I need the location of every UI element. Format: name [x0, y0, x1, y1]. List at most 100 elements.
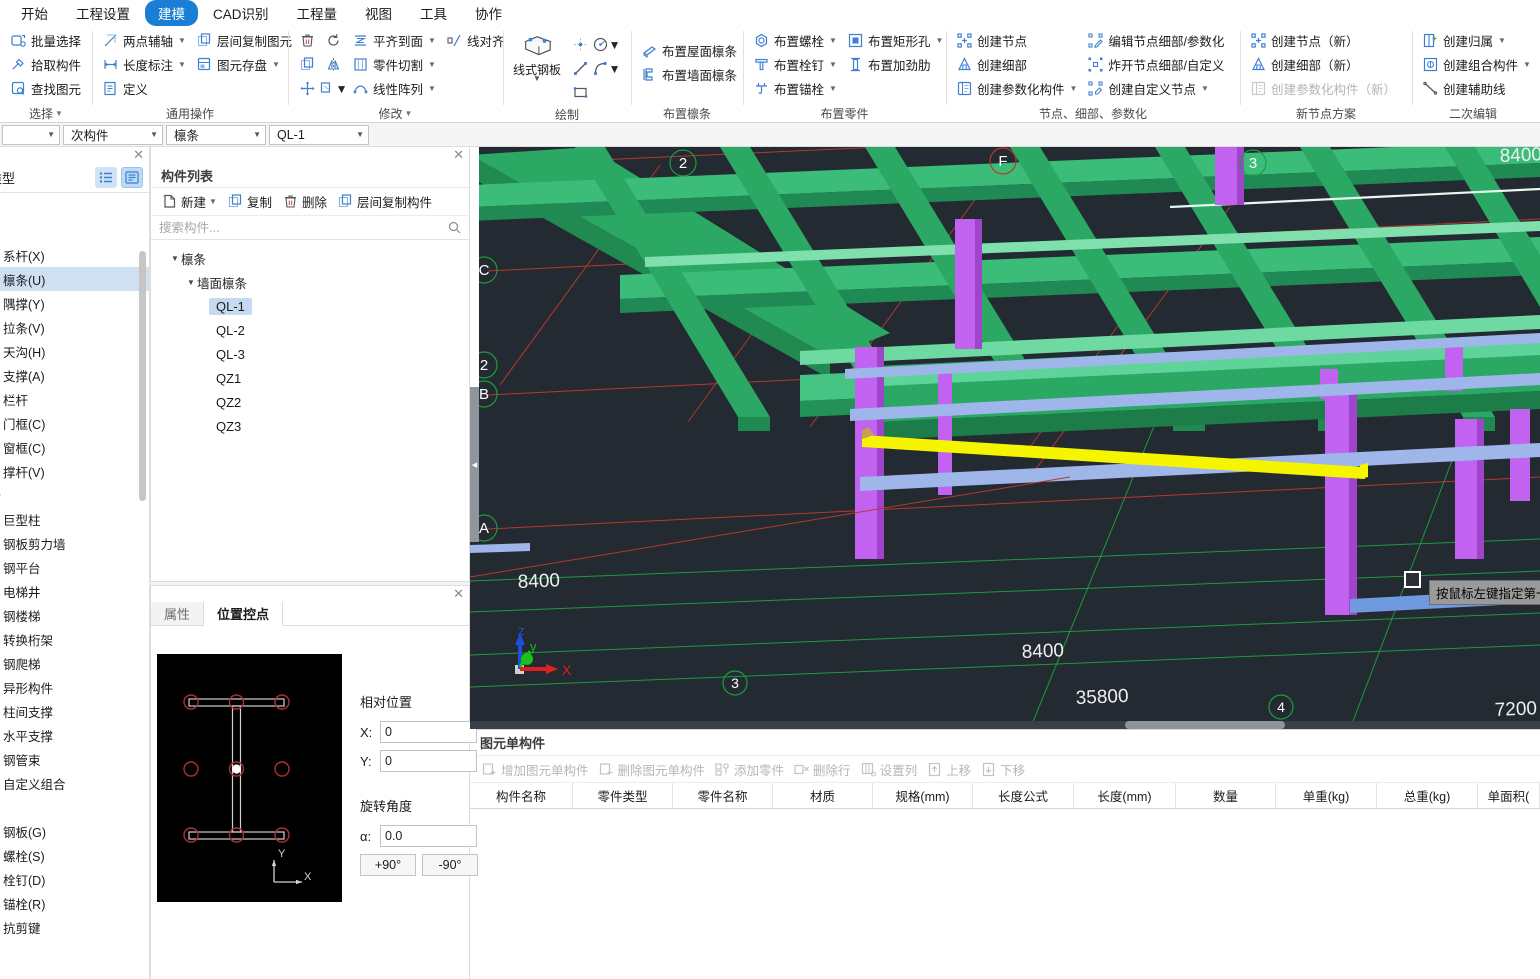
create-aux-line-button[interactable]: 创建辅助线	[1418, 77, 1535, 100]
line-button[interactable]	[567, 57, 593, 80]
profile-preview[interactable]: X Y	[157, 654, 342, 902]
sidebar-item-door-frame[interactable]: 门框(C)	[0, 411, 149, 435]
rectangle-button[interactable]	[567, 81, 593, 104]
copy-button[interactable]	[294, 53, 320, 76]
chevron-down-icon[interactable]: ▼	[272, 60, 280, 69]
menu-item-cad-recognition[interactable]: CAD识别	[200, 0, 282, 26]
column-header-component-name[interactable]: 构件名称	[470, 783, 573, 808]
chevron-down-icon[interactable]: ▼	[1498, 36, 1506, 45]
y-input[interactable]	[380, 750, 477, 772]
sidebar-item-knee-brace[interactable]: 隅撑(Y)	[0, 291, 149, 315]
column-header-spec[interactable]: 规格(mm)	[873, 783, 973, 808]
chevron-down-icon[interactable]: ▼	[209, 197, 217, 206]
tree-node-wall-purlin[interactable]: ▼ 墙面檩条	[151, 270, 469, 294]
sidebar-item-steel-tube-bundle[interactable]: 钢管束	[0, 747, 149, 771]
sidebar-item-window-frame[interactable]: 窗框(C)	[0, 435, 149, 459]
pick-component-button[interactable]: 拾取构件	[6, 53, 85, 76]
chevron-down-icon[interactable]: ▼	[533, 75, 541, 83]
mirror-button[interactable]	[320, 53, 346, 76]
column-header-length-formula[interactable]: 长度公式	[973, 783, 1074, 808]
create-parametric-button[interactable]: 创建参数化构件 ▼	[952, 77, 1081, 100]
chevron-down-icon[interactable]: ▼	[428, 60, 436, 69]
menu-item-tools[interactable]: 工具	[407, 0, 460, 26]
list-item[interactable]: QZ2	[151, 390, 469, 414]
sidebar-item-steel-stair[interactable]: 钢楼梯	[0, 603, 149, 627]
chevron-down-icon[interactable]: ▼	[336, 82, 348, 96]
delete-component-button[interactable]: 删除	[278, 190, 331, 213]
batch-select-button[interactable]: 批量选择	[6, 29, 85, 52]
tree-node-purlin[interactable]: ▼ 檩条	[151, 246, 469, 270]
list-view-button[interactable]	[95, 167, 117, 188]
place-anchor-bolt-button[interactable]: 布置锚栓 ▼	[749, 77, 841, 100]
copy-element-between-floors-button[interactable]: 层间复制图元	[192, 29, 296, 52]
chevron-down-icon[interactable]: ▼	[1070, 84, 1078, 93]
chevron-down-icon[interactable]: ▼	[47, 130, 55, 139]
sidebar-item-anchor-bolt[interactable]: 锚栓(R)	[0, 891, 149, 915]
list-item[interactable]: QL-1	[151, 294, 469, 318]
column-header-quantity[interactable]: 数量	[1176, 783, 1276, 808]
edit-joint-detail-button[interactable]: 编辑节点细部/参数化	[1083, 29, 1228, 52]
length-dimension-button[interactable]: 长度标注 ▼	[98, 53, 190, 76]
close-icon[interactable]: ✕	[453, 587, 464, 600]
new-component-button[interactable]: 新建 ▼	[157, 190, 221, 213]
menu-item-view[interactable]: 视图	[352, 0, 405, 26]
list-item[interactable]: QZ3	[151, 414, 469, 438]
structure-type-scroll[interactable]: 件 件 系杆(X) 檩条(U) 隅撑(Y)	[0, 193, 149, 979]
search-input[interactable]	[159, 220, 461, 235]
sidebar-item-stud[interactable]: 栓钉(D)	[0, 867, 149, 891]
chevron-down-icon[interactable]: ▼	[428, 84, 436, 93]
chevron-down-icon[interactable]: ▼	[609, 62, 621, 76]
chevron-down-icon[interactable]: ▼	[1201, 84, 1209, 93]
menu-item-project-settings[interactable]: 工程设置	[63, 0, 143, 26]
place-roof-purlin-button[interactable]: 布置屋面檩条	[637, 39, 741, 62]
create-composite-button[interactable]: 创建组合构件 ▼	[1418, 53, 1535, 76]
offset-button[interactable]: ▼	[320, 77, 348, 100]
chevron-down-icon[interactable]: ▼	[178, 60, 186, 69]
place-bolt-button[interactable]: 布置螺栓 ▼	[749, 29, 841, 52]
sidebar-item-strut[interactable]: 撑杆(V)	[0, 459, 149, 483]
chevron-down-icon[interactable]: ▼	[150, 130, 158, 139]
list-item[interactable]: QZ1	[151, 366, 469, 390]
chevron-down-icon[interactable]: ▼	[1523, 60, 1531, 69]
sidebar-item-elevator-shaft[interactable]: 电梯井	[0, 579, 149, 603]
sidebar-item-column-bracing[interactable]: 柱间支撑	[0, 699, 149, 723]
explode-joint-button[interactable]: 炸开节点细部/自定义	[1083, 53, 1228, 76]
point-button[interactable]	[567, 33, 593, 56]
rotate-button[interactable]	[320, 29, 346, 52]
create-detail-button[interactable]: 创建细部	[952, 53, 1081, 76]
chevron-down-icon[interactable]: ▼	[253, 130, 261, 139]
combo-component[interactable]: QL-1 ▼	[269, 124, 369, 145]
column-header-material[interactable]: 材质	[773, 783, 873, 808]
sidebar-item-steel-plate[interactable]: 钢板(G)	[0, 819, 149, 843]
sidebar-item-irregular-member[interactable]: 异形构件	[0, 675, 149, 699]
create-joint-button[interactable]: 创建节点	[952, 29, 1081, 52]
sidebar-item-transfer-truss[interactable]: 转换桁架	[0, 627, 149, 651]
find-element-button[interactable]: 查找图元	[6, 77, 85, 100]
menu-item-start[interactable]: 开始	[8, 0, 61, 26]
chevron-down-icon[interactable]: ▼	[829, 60, 837, 69]
sidebar-item-tie-rod[interactable]: 系杆(X)	[0, 243, 149, 267]
menu-item-quantities[interactable]: 工程量	[284, 0, 351, 26]
column-header-length[interactable]: 长度(mm)	[1074, 783, 1176, 808]
create-ownership-button[interactable]: 创建归属 ▼	[1418, 29, 1535, 52]
menu-item-modeling[interactable]: 建模	[145, 0, 198, 26]
sidebar-item-purlin[interactable]: 檩条(U)	[0, 267, 149, 291]
sidebar-item-horizontal-bracing[interactable]: 水平支撑	[0, 723, 149, 747]
column-header-total-weight[interactable]: 总重(kg)	[1377, 783, 1478, 808]
sidebar-item-custom-combo[interactable]: 自定义组合	[0, 771, 149, 795]
tab-location-points[interactable]: 位置控点	[204, 602, 284, 626]
sidebar-item-mega-column[interactable]: 巨型柱	[0, 507, 149, 531]
model-viewport[interactable]: 3 4 2 F 3 C 2 B A 8400 8400 35800 7200 8…	[470, 147, 1540, 729]
menu-item-collaborate[interactable]: 协作	[462, 0, 515, 26]
sidebar-item-railing[interactable]: 栏杆	[0, 387, 149, 411]
element-save-button[interactable]: 图元存盘 ▼	[192, 53, 296, 76]
copy-component-button[interactable]: 复制	[223, 190, 276, 213]
sidebar-item-bracing[interactable]: 支撑(A)	[0, 363, 149, 387]
line-steel-plate-button[interactable]: 线式钢板 ▼	[509, 31, 565, 104]
search-icon[interactable]	[448, 221, 461, 234]
sidebar-item-steel-shear-wall[interactable]: 钢板剪力墙	[0, 531, 149, 555]
table-body[interactable]	[470, 809, 1540, 979]
chevron-down-icon[interactable]: ▼	[829, 36, 837, 45]
two-point-axis-button[interactable]: 两点辅轴 ▼	[98, 29, 190, 52]
chevron-down-icon[interactable]: ▼	[185, 278, 197, 287]
